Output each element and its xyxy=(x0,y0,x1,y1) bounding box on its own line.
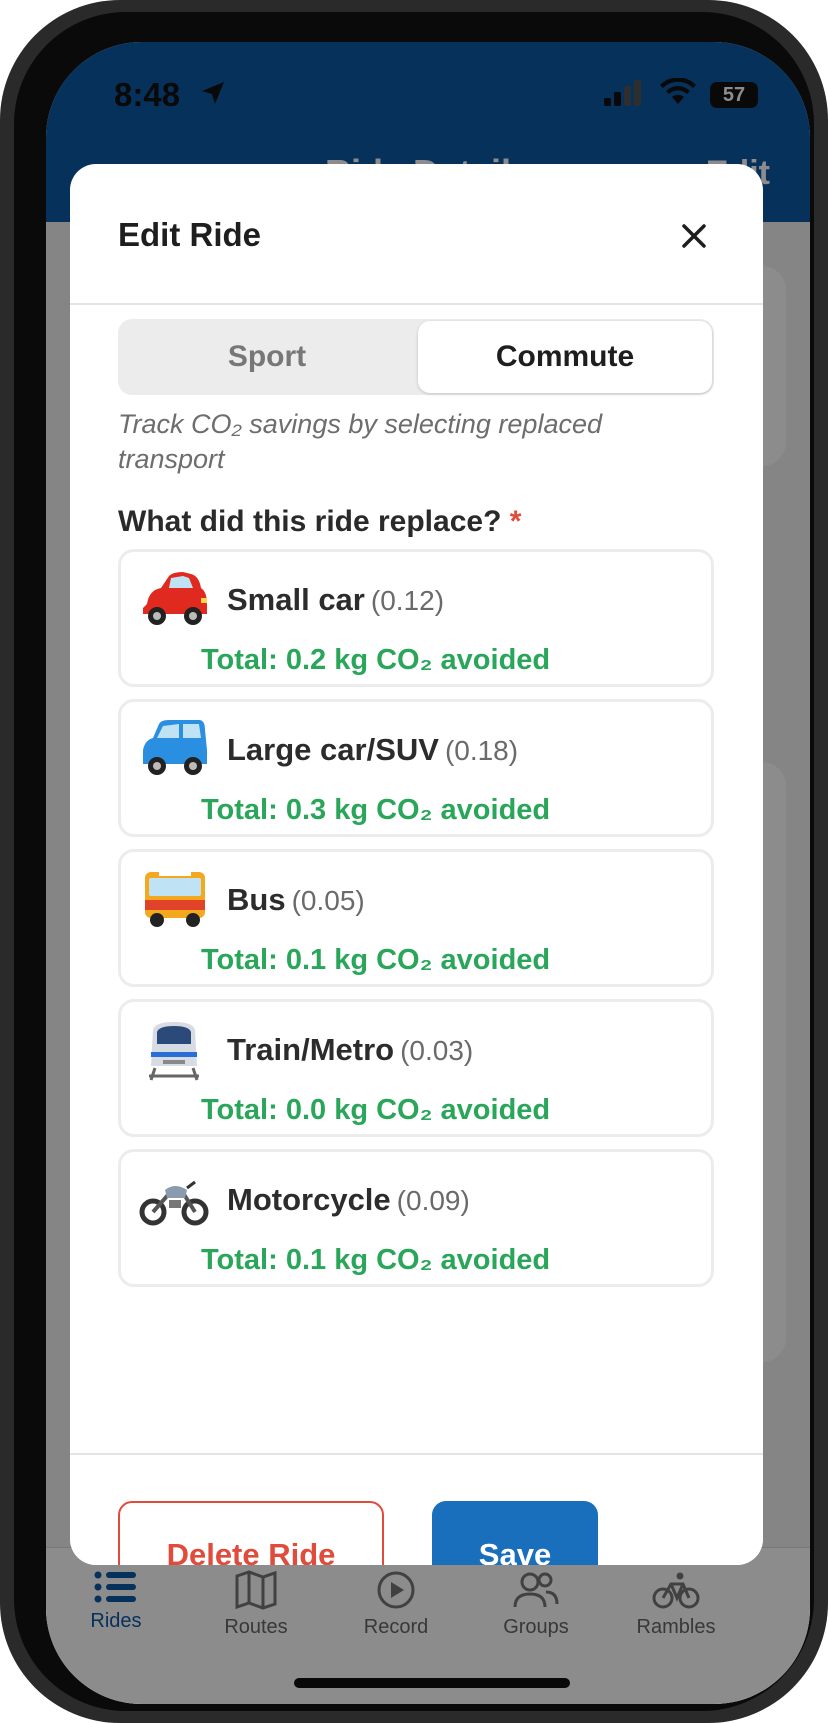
edit-ride-modal: Edit Ride Sport Commute Track CO₂ saving… xyxy=(70,164,763,1565)
option-co2-total: Total: 0.1 kg CO₂ avoided xyxy=(201,1244,551,1276)
option-label: Bus (0.05) xyxy=(227,882,365,918)
modal-header: Edit Ride xyxy=(70,164,763,305)
red-car-icon xyxy=(143,572,207,625)
replace-question-label: What did this ride replace? * xyxy=(118,505,521,539)
option-factor: (0.03) xyxy=(400,1035,474,1066)
option-co2-total: Total: 0.0 kg CO₂ avoided xyxy=(201,1094,551,1126)
train-icon xyxy=(149,1022,199,1081)
option-motorcycle[interactable]: Motorcycle (0.09) Total: 0.1 kg CO₂ avoid… xyxy=(118,1149,714,1287)
option-co2-total: Total: 0.3 kg CO₂ avoided xyxy=(201,794,551,826)
segment-sport[interactable]: Sport xyxy=(118,319,416,395)
option-factor: (0.09) xyxy=(396,1185,470,1216)
option-name: Large car/SUV xyxy=(227,732,439,767)
delete-ride-button[interactable]: Delete Ride xyxy=(118,1501,384,1565)
option-factor: (0.12) xyxy=(370,585,445,616)
save-button[interactable]: Save xyxy=(432,1501,598,1565)
option-co2-total: Total: 0.1 kg CO₂ avoided xyxy=(201,944,551,976)
option-small-car[interactable]: Small car (0.12) Total: 0.2 kg CO₂ avoide… xyxy=(118,549,714,687)
option-factor: (0.05) xyxy=(291,885,365,916)
option-factor: (0.18) xyxy=(444,735,519,766)
footer-actions: Delete Ride Save xyxy=(70,1453,763,1565)
segment-commute[interactable]: Commute xyxy=(418,321,712,393)
option-co2-total: Total: 0.2 kg CO₂ avoided xyxy=(201,644,551,676)
question-text: What did this ride replace? xyxy=(118,505,502,538)
option-label: Train/Metro (0.03) xyxy=(227,1032,473,1068)
motorcycle-icon xyxy=(139,1180,209,1226)
option-large-car-suv[interactable]: Large car/SUV (0.18) Total: 0.3 kg CO₂ av… xyxy=(118,699,714,837)
option-train-metro[interactable]: Train/Metro (0.03) Total: 0.0 kg CO₂ avoi… xyxy=(118,999,714,1137)
option-label: Motorcycle (0.09) xyxy=(227,1182,470,1218)
modal-title: Edit Ride xyxy=(118,216,262,253)
option-label: Large car/SUV (0.18) xyxy=(227,732,518,768)
option-name: Motorcycle xyxy=(227,1182,391,1217)
ride-type-segmented-control: Sport Commute xyxy=(118,319,714,395)
option-name: Train/Metro xyxy=(227,1032,395,1067)
co2-hint-text: Track CO₂ savings by selecting replaced … xyxy=(118,409,602,474)
option-label: Small car (0.12) xyxy=(227,582,444,618)
close-icon[interactable] xyxy=(678,220,710,252)
option-name: Bus xyxy=(227,882,286,917)
option-name: Small car xyxy=(227,582,365,617)
blue-suv-icon xyxy=(143,720,207,775)
option-bus[interactable]: Bus (0.05) Total: 0.1 kg CO₂ avoided xyxy=(118,849,714,987)
modal-scroll-area[interactable]: Sport Commute Track CO₂ savings by selec… xyxy=(70,305,763,1453)
bus-icon xyxy=(145,872,205,927)
required-marker: * xyxy=(509,505,522,538)
